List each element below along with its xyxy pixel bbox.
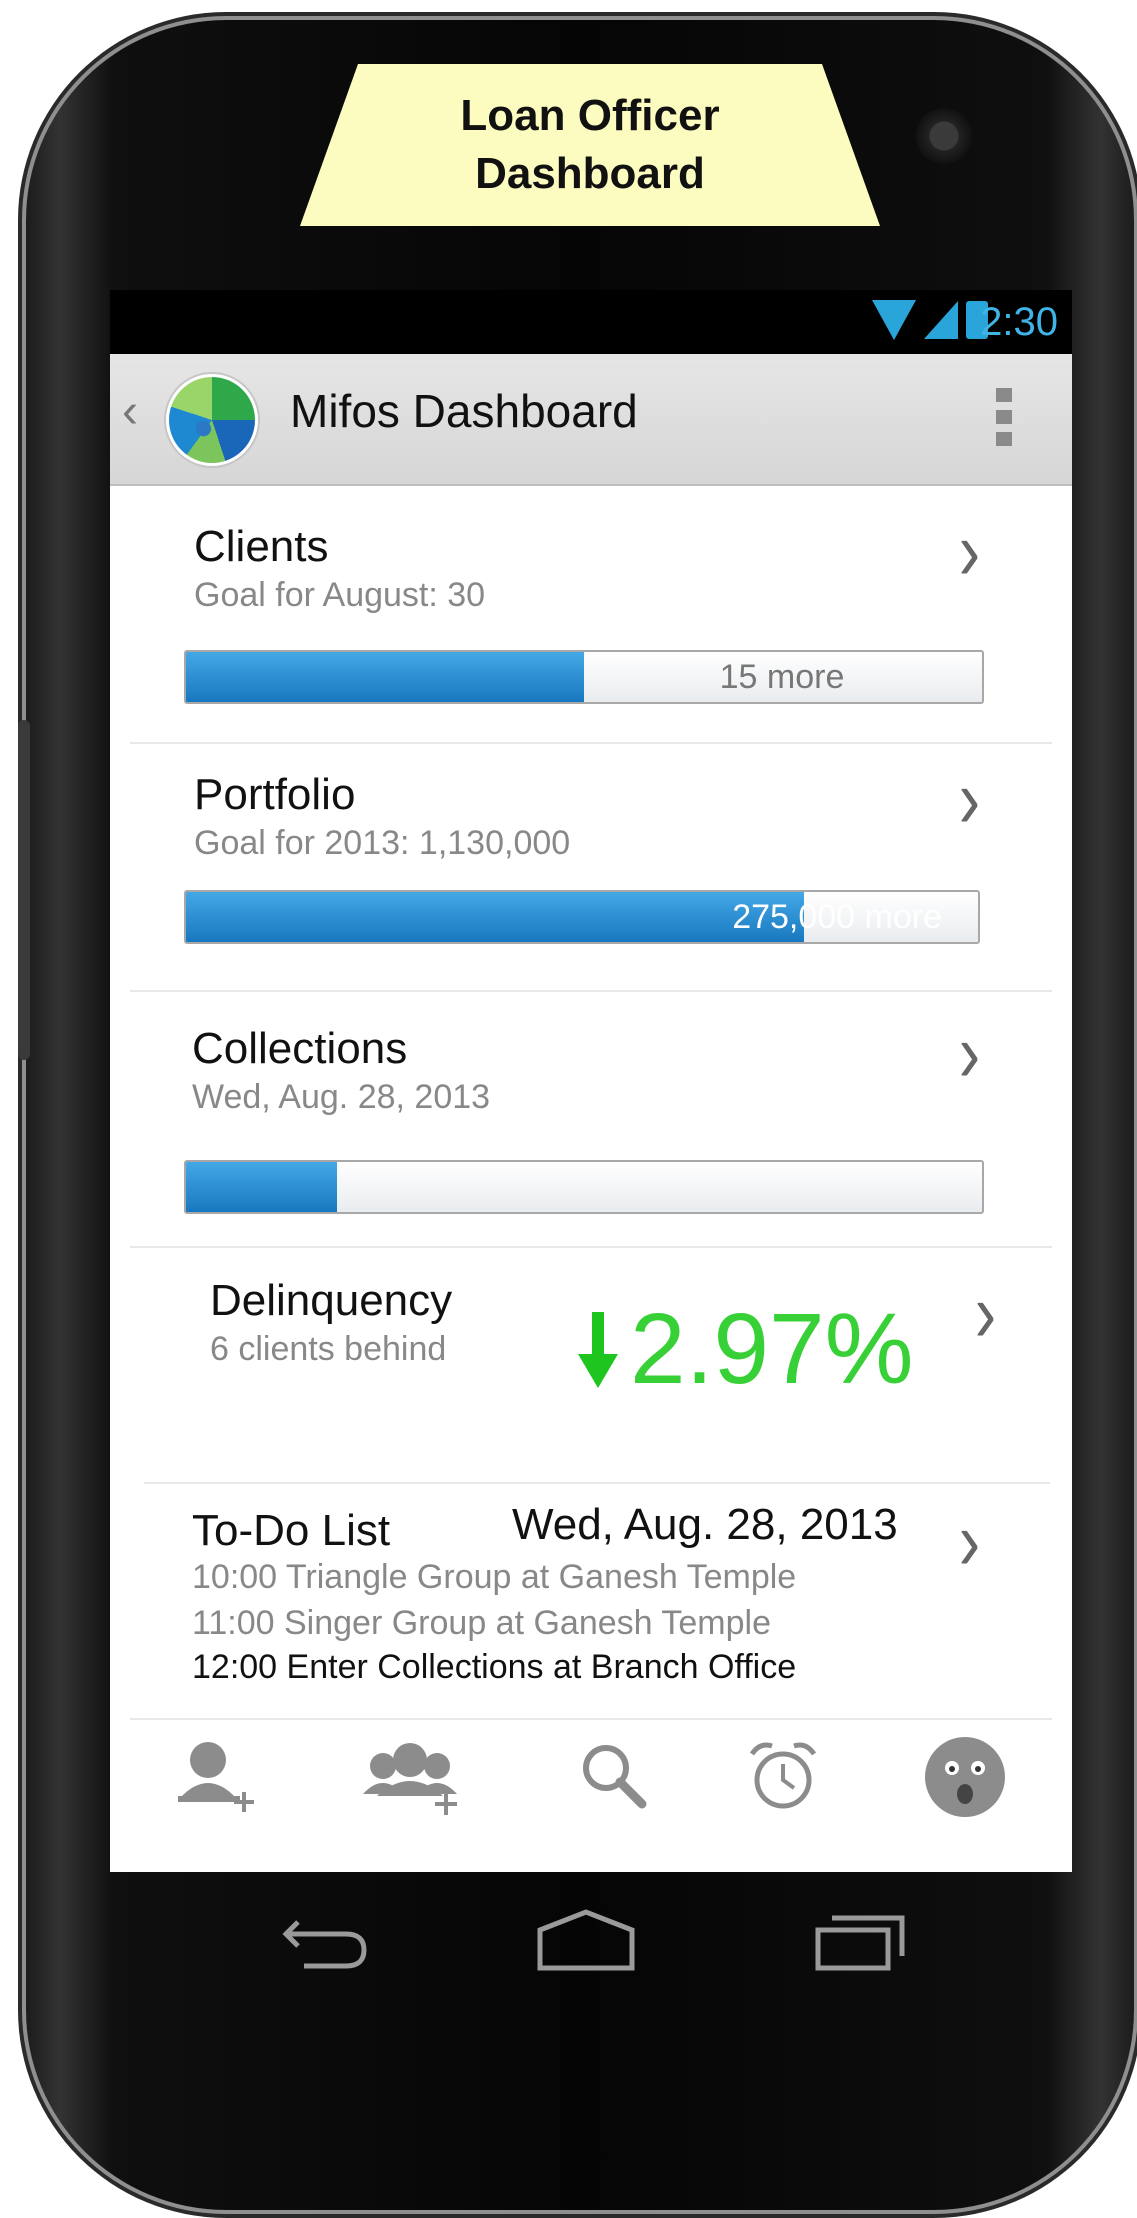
chevron-right-icon: › — [958, 752, 980, 846]
front-camera — [916, 108, 972, 164]
chevron-right-icon: › — [958, 504, 980, 598]
collections-progress-fill — [186, 1162, 338, 1212]
mifos-logo[interactable] — [166, 374, 258, 466]
chevron-right-icon: › — [958, 1494, 980, 1588]
todo-item[interactable]: 10:00 Triangle Group at Ganesh Temple — [192, 1558, 796, 1597]
clients-title: Clients — [194, 522, 329, 571]
app-screen: 2:30 ‹ Mifos Dashboard Clients Goal for … — [110, 290, 1072, 1872]
portfolio-progress-bar: 275,000 more — [184, 890, 980, 944]
search-icon[interactable] — [570, 1732, 660, 1822]
callout-line-2: Dashboard — [475, 149, 705, 198]
bottom-action-bar — [110, 1712, 1072, 1832]
portfolio-card[interactable]: Portfolio Goal for 2013: 1,130,000 › 275… — [130, 744, 1052, 988]
action-bar: ‹ Mifos Dashboard — [110, 354, 1072, 486]
clients-progress-label: 15 more — [719, 658, 845, 696]
portfolio-subtitle: Goal for 2013: 1,130,000 — [194, 824, 571, 862]
clients-progress-fill — [186, 652, 584, 702]
system-nav-bar — [110, 1872, 1072, 2022]
status-icons — [872, 300, 988, 340]
back-icon[interactable] — [276, 1912, 376, 1972]
collections-title: Collections — [192, 1024, 408, 1073]
wifi-icon — [872, 300, 916, 340]
add-client-icon[interactable] — [170, 1732, 260, 1822]
todo-date: Wed, Aug. 28, 2013 — [512, 1500, 898, 1549]
alarm-icon[interactable] — [738, 1732, 828, 1822]
portfolio-progress-label: 275,000 more — [732, 898, 942, 936]
portfolio-progress-fill — [186, 892, 804, 942]
todo-item[interactable]: 11:00 Singer Group at Ganesh Temple — [192, 1604, 771, 1643]
delinquency-subtitle: 6 clients behind — [210, 1330, 447, 1368]
title-callout: Loan Officer Dashboard — [300, 64, 880, 226]
clients-progress-bar: 15 more — [184, 650, 984, 704]
todo-title: To-Do List — [192, 1506, 391, 1555]
collections-card[interactable]: Collections Wed, Aug. 28, 2013 › — [130, 992, 1052, 1246]
delinquency-title: Delinquency — [210, 1276, 453, 1325]
delinquency-value: 2.97% — [630, 1293, 914, 1405]
trend-down-icon — [578, 1311, 618, 1388]
signal-icon — [924, 301, 958, 339]
chevron-right-icon: › — [958, 1006, 980, 1100]
status-time: 2:30 — [980, 300, 1058, 344]
clients-card[interactable]: Clients Goal for August: 30 › 15 more — [130, 490, 1052, 734]
app-title: Mifos Dashboard — [290, 385, 638, 437]
chevron-right-icon: › — [974, 1266, 996, 1360]
collections-progress-bar — [184, 1160, 984, 1214]
clients-subtitle: Goal for August: 30 — [194, 576, 486, 614]
up-chevron-icon[interactable]: ‹ — [122, 384, 138, 439]
todo-item[interactable]: 12:00 Enter Collections at Branch Office — [192, 1648, 796, 1687]
home-icon[interactable] — [534, 1908, 638, 1974]
sad-face-icon[interactable] — [922, 1734, 1008, 1820]
side-button — [18, 720, 30, 1060]
recents-icon[interactable] — [810, 1912, 910, 1972]
overflow-menu-icon[interactable] — [996, 388, 1012, 446]
status-bar: 2:30 — [110, 290, 1072, 354]
collections-subtitle: Wed, Aug. 28, 2013 — [192, 1078, 491, 1116]
add-group-icon[interactable] — [355, 1732, 465, 1822]
portfolio-title: Portfolio — [194, 770, 356, 819]
callout-line-1: Loan Officer — [460, 91, 720, 140]
delinquency-rate: 2.97% — [578, 1292, 914, 1407]
